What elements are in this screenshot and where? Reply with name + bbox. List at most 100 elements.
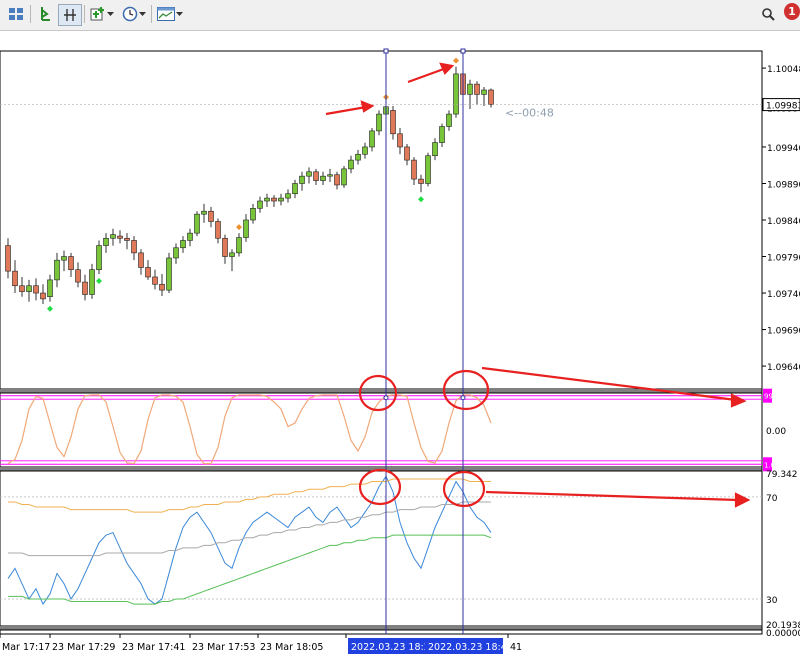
bull-candle [61,256,67,261]
rsi-tick-label: 70 [766,494,778,504]
annotation-circle [358,468,402,506]
sell-signal-marker [236,224,242,231]
stoch-upper-label: 99.00 [764,393,784,401]
bear-candle [404,146,410,161]
stoch-zero-label: 0.00 [766,427,786,437]
crosshair-icon[interactable] [58,4,82,26]
bull-candle [355,153,361,161]
price-tick-label: 1.09690 [767,327,800,337]
bull-candle [376,113,382,132]
clock-icon[interactable] [121,4,139,24]
bull-candle [481,89,487,95]
price-tick-label: 1.09840 [767,217,800,227]
bear-candle [215,221,221,239]
bear-candle [418,178,424,184]
templates-icon[interactable] [156,4,176,24]
bear-candle [75,269,81,283]
bull-candle [54,259,60,281]
bear-candle [138,252,144,268]
bull-candle [250,208,256,221]
bear-candle [411,159,417,180]
lower-band-line [8,534,492,605]
tile-windows-icon[interactable] [6,4,26,24]
bull-candle [96,245,102,270]
sell-signal-marker [453,57,459,64]
toolbar-separator [151,5,152,23]
bear-candle [152,276,158,285]
countdown-label: <--00:48 [505,107,554,120]
bear-candle [33,285,39,294]
vertical-lines[interactable] [383,48,466,634]
bear-candle [124,237,130,241]
bear-candle [5,245,11,272]
bear-candle [474,83,480,95]
bear-candle [390,110,396,135]
upper-band-line [8,478,491,513]
annotation-arrowhead [734,492,751,508]
price-tick-label: 1.09790 [767,254,800,264]
bull-candle [173,247,179,259]
bear-candle [397,133,403,148]
bull-candle [264,197,270,202]
buy-signal-marker [47,305,53,312]
rsi-tick-label: 30 [766,596,778,606]
bull-candle [327,174,333,177]
vertical-line-node [383,395,389,401]
annotation-arrowhead [360,100,375,113]
bull-candle [467,83,473,95]
rsi-indicator: 79.342703020.19380.00000 [0,470,800,639]
bear-candle [208,210,214,222]
bear-candle [82,281,88,295]
bull-candle [47,279,53,297]
bull-candle [103,237,109,246]
bull-candle [89,269,95,295]
annotation-arrowhead [439,62,455,75]
cursor-icon[interactable] [35,4,55,24]
vertical-line-node [460,395,466,401]
price-panel-frame [0,50,763,390]
bear-candle [40,292,46,300]
annotation-arrow [485,490,739,502]
dropdown-arrow-icon[interactable] [176,4,184,24]
price-tick-label: 1.10048 [767,65,800,75]
dropdown-arrow-icon[interactable] [139,4,147,24]
axis-labels: 1.100481.099941.099401.098901.098401.097… [0,65,800,373]
price-tick-label: 1.09740 [767,290,800,300]
toolbar-separator [84,5,85,23]
notification-badge[interactable]: 1 [784,3,800,20]
bear-candle [68,256,74,270]
time-label: Mar 17:17 [2,642,50,653]
vertical-line-handle [460,48,466,54]
buy-signal-marker [418,196,424,203]
bear-candle [19,285,25,292]
time-axis: Mar 17:17 23 Mar 17:29 23 Mar 17:41 23 Mar … [0,634,522,654]
chart-area[interactable]: 99.000.001.00 79.342703020.19380.00000 1… [0,30,800,664]
current-price-label: 1.09983 [766,102,800,112]
bull-candle [439,126,445,143]
annotations [325,62,751,508]
bull-candle [187,232,193,241]
bull-candle [285,193,291,199]
bull-candle [306,171,312,177]
bear-candle [145,267,151,278]
bull-candle [201,210,207,215]
dropdown-arrow-icon[interactable] [107,4,115,24]
bear-candle [313,171,319,181]
annotation-arrowhead [730,393,747,408]
bull-candle [292,183,298,195]
price-tick-label: 1.09890 [767,180,800,190]
rsi-line [7,475,492,606]
toolbar-separator [30,5,31,23]
rsi-panel-frame [0,470,763,627]
search-icon[interactable] [760,4,776,24]
bear-candle [334,174,340,186]
vertical-line-handle [383,48,389,54]
add-indicator-icon[interactable] [89,4,107,24]
bull-candle [236,237,242,254]
toolbar: 1 [0,0,800,31]
price-candles [5,57,494,312]
bull-candle [432,142,438,157]
bear-candle [159,283,165,291]
bear-candle [12,270,18,287]
bottom-panel-frame [0,629,763,635]
